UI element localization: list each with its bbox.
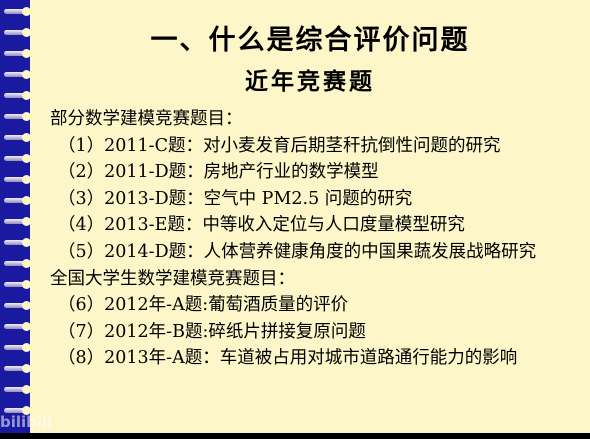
- list-item: （7）2012年-B题:碎纸片拼接复原问题: [58, 321, 366, 342]
- section-heading-national: 全国大学生数学建模竞赛题目：: [50, 268, 295, 289]
- binding-ring-icon: [4, 342, 31, 353]
- binding-ring-icon: [4, 48, 31, 59]
- binding-ring-icon: [4, 384, 31, 395]
- slide-body: 部分数学建模竞赛题目： （1）2011-C题：对小麦发育后期茎秆抗倒性问题的研究…: [50, 106, 585, 372]
- binding-ring-icon: [4, 195, 31, 206]
- slide-title: 一、什么是综合评价问题: [150, 25, 470, 56]
- binding-ring-icon: [4, 300, 31, 311]
- binding-ring-icon: [4, 363, 31, 374]
- binding-ring-icon: [4, 279, 31, 290]
- list-item: （1）2011-C题：对小麦发育后期茎秆抗倒性问题的研究: [58, 135, 501, 156]
- binding-ring-icon: [4, 90, 31, 101]
- binding-ring-icon: [4, 111, 31, 122]
- slide-subtitle: 近年竞赛题: [245, 69, 375, 95]
- binding-ring-icon: [4, 6, 31, 17]
- binding-ring-icon: [4, 321, 31, 332]
- list-item: （6）2012年-A题:葡萄酒质量的评价: [58, 295, 349, 316]
- list-item: （2）2011-D题：房地产行业的数学模型: [58, 162, 379, 183]
- binding-ring-icon: [4, 69, 31, 80]
- binding-ring-icon: [4, 237, 31, 248]
- bilibili-watermark: bilibili: [0, 413, 53, 431]
- list-item: （5）2014-D题：人体营养健康角度的中国果蔬发展战略研究: [58, 241, 537, 262]
- binding-ring-icon: [4, 258, 31, 269]
- section-heading-partial: 部分数学建模竞赛题目：: [50, 109, 243, 129]
- list-item: （3）2013-D题：空气中 PM2.5 问题的研究: [58, 188, 413, 209]
- binding-ring-icon: [4, 132, 31, 143]
- binding-ring-icon: [4, 216, 31, 227]
- slide: 一、什么是综合评价问题 近年竞赛题 部分数学建模竞赛题目： （1）2011-C题…: [0, 0, 590, 439]
- list-item: （8）2013年-A题：车道被占用对城市道路通行能力的影响: [58, 348, 518, 369]
- letterbox-bar: [0, 433, 590, 439]
- list-item: （4）2013-E题：中等收入定位与人口度量模型研究: [58, 215, 465, 236]
- binding-ring-icon: [4, 174, 31, 185]
- binding-ring-icon: [4, 27, 31, 38]
- binding-ring-icon: [4, 153, 31, 164]
